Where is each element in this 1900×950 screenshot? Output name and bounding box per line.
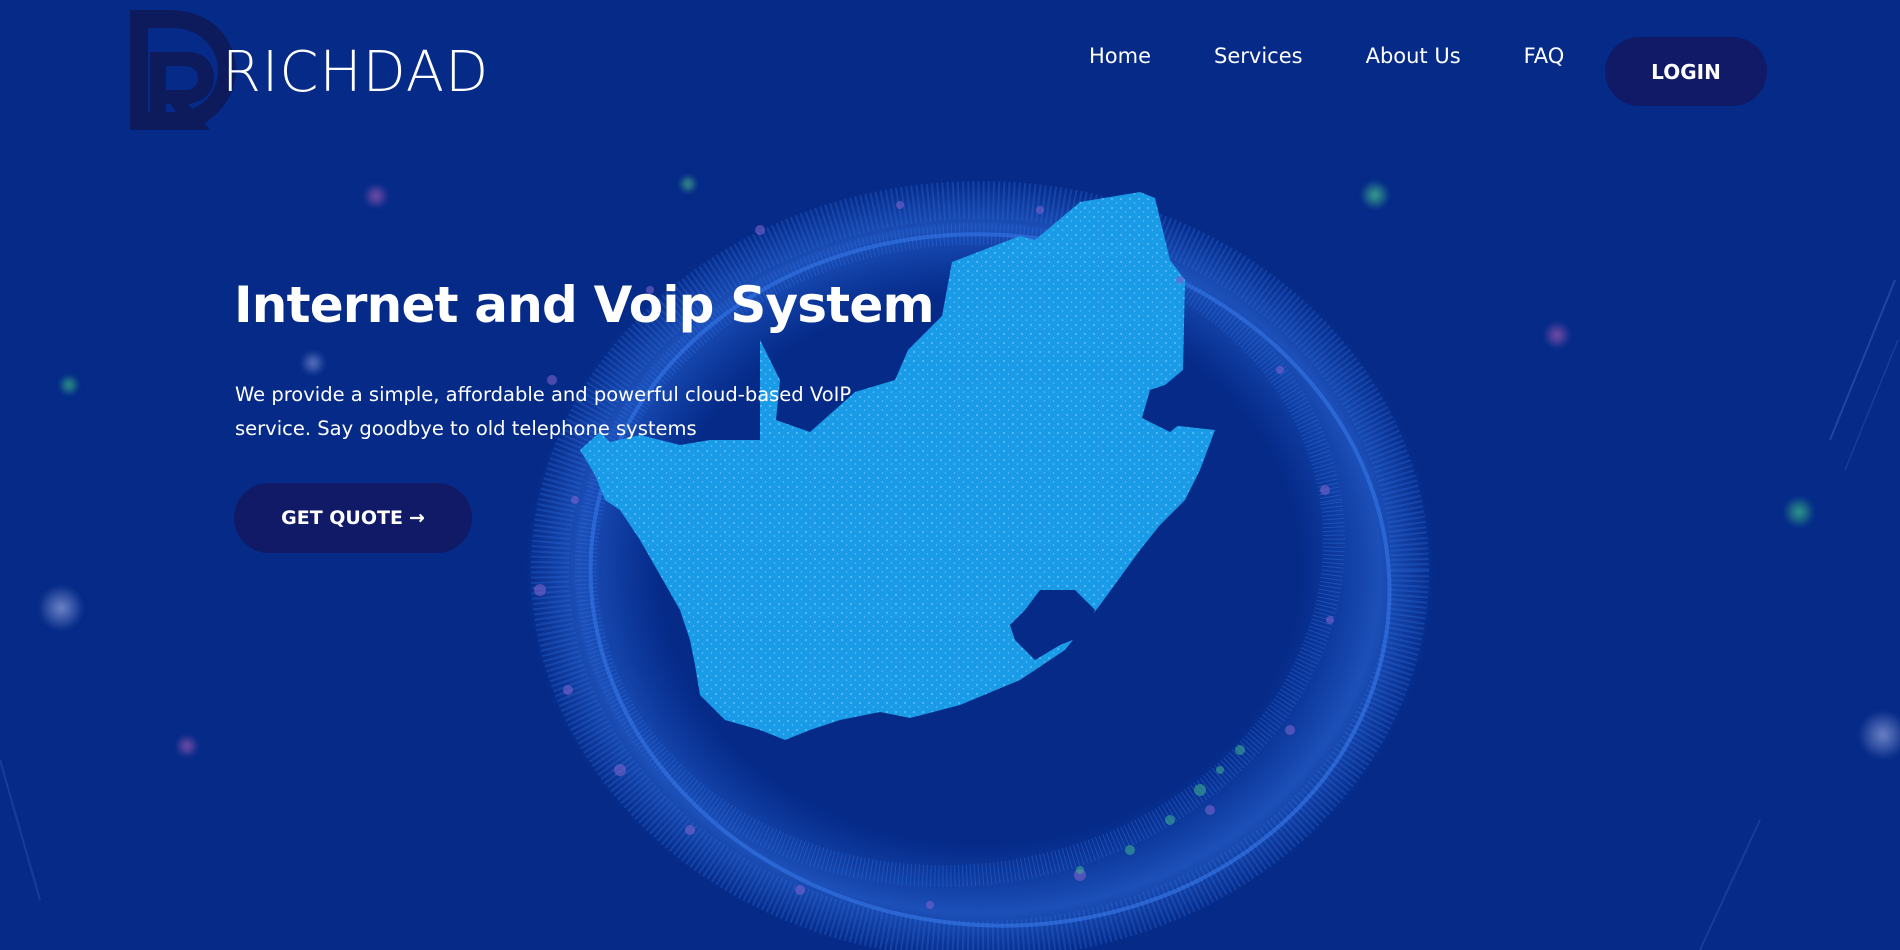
get-quote-button[interactable]: GET QUOTE → bbox=[234, 483, 472, 553]
login-button[interactable]: LOGIN bbox=[1605, 37, 1767, 106]
nav-link-faq[interactable]: FAQ bbox=[1524, 44, 1565, 68]
brand-logo[interactable]: RICHDAD bbox=[128, 8, 489, 132]
hero-title: Internet and Voip System bbox=[234, 276, 935, 334]
nav-link-services[interactable]: Services bbox=[1214, 44, 1303, 68]
brand-name: RICHDAD bbox=[222, 39, 490, 105]
nav-link-home[interactable]: Home bbox=[1089, 44, 1151, 68]
hero-description: We provide a simple, affordable and powe… bbox=[235, 383, 852, 440]
get-quote-label: GET QUOTE bbox=[281, 507, 403, 529]
nav-link-about-us[interactable]: About Us bbox=[1366, 44, 1461, 68]
main-navigation: Home Services About Us FAQ bbox=[1089, 44, 1564, 68]
arrow-right-icon: → bbox=[408, 507, 425, 529]
